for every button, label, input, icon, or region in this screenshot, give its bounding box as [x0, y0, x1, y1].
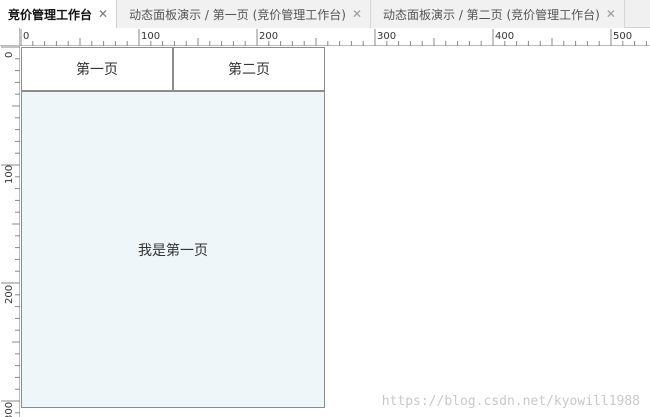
horizontal-ruler[interactable]: 0 100 200 300 400 500 [20, 28, 650, 46]
page-two-button[interactable]: 第二页 [173, 47, 325, 91]
tab-label: 动态面板演示 / 第二页 (竞价管理工作台) [383, 7, 600, 22]
close-icon[interactable]: ✕ [352, 8, 362, 20]
horizontal-ruler-ticks: 0 100 200 300 400 500 [20, 29, 647, 46]
ruler-label: 200 [259, 31, 278, 42]
ruler-label: 300 [377, 31, 396, 42]
tab-dynamic-panel-page-1[interactable]: 动态面板演示 / 第一页 (竞价管理工作台) ✕ [117, 0, 371, 28]
tab-bidding-workbench[interactable]: 竞价管理工作台 ✕ [0, 0, 118, 28]
ruler-label: 100 [4, 165, 15, 184]
document-tab-bar: 竞价管理工作台 ✕ 动态面板演示 / 第一页 (竞价管理工作台) ✕ 动态面板演… [0, 0, 650, 28]
dynamic-panel: 我是第一页 [21, 91, 325, 408]
close-icon[interactable]: ✕ [606, 8, 616, 20]
close-icon[interactable]: ✕ [98, 8, 108, 20]
vertical-ruler-ticks: 0 100 200 300 [1, 46, 20, 417]
page-one-button[interactable]: 第一页 [21, 47, 173, 91]
ruler-corner [0, 28, 20, 46]
ruler-label: 500 [613, 31, 632, 42]
tab-dynamic-panel-page-2[interactable]: 动态面板演示 / 第二页 (竞价管理工作台) ✕ [371, 0, 625, 28]
ruler-label: 200 [4, 285, 15, 304]
watermark-text: https://blog.csdn.net/kyowill1988 [381, 394, 640, 409]
panel-state-text: 我是第一页 [138, 242, 208, 259]
ruler-label: 100 [141, 31, 160, 42]
ruler-label: 0 [23, 31, 29, 42]
tab-label: 动态面板演示 / 第一页 (竞价管理工作台) [129, 7, 346, 22]
ruler-label: 0 [4, 52, 15, 58]
tab-label: 竞价管理工作台 [8, 7, 93, 22]
vertical-ruler[interactable]: 0 100 200 300 [0, 46, 20, 417]
ruler-label: 400 [495, 31, 514, 42]
ruler-label: 300 [4, 402, 15, 417]
